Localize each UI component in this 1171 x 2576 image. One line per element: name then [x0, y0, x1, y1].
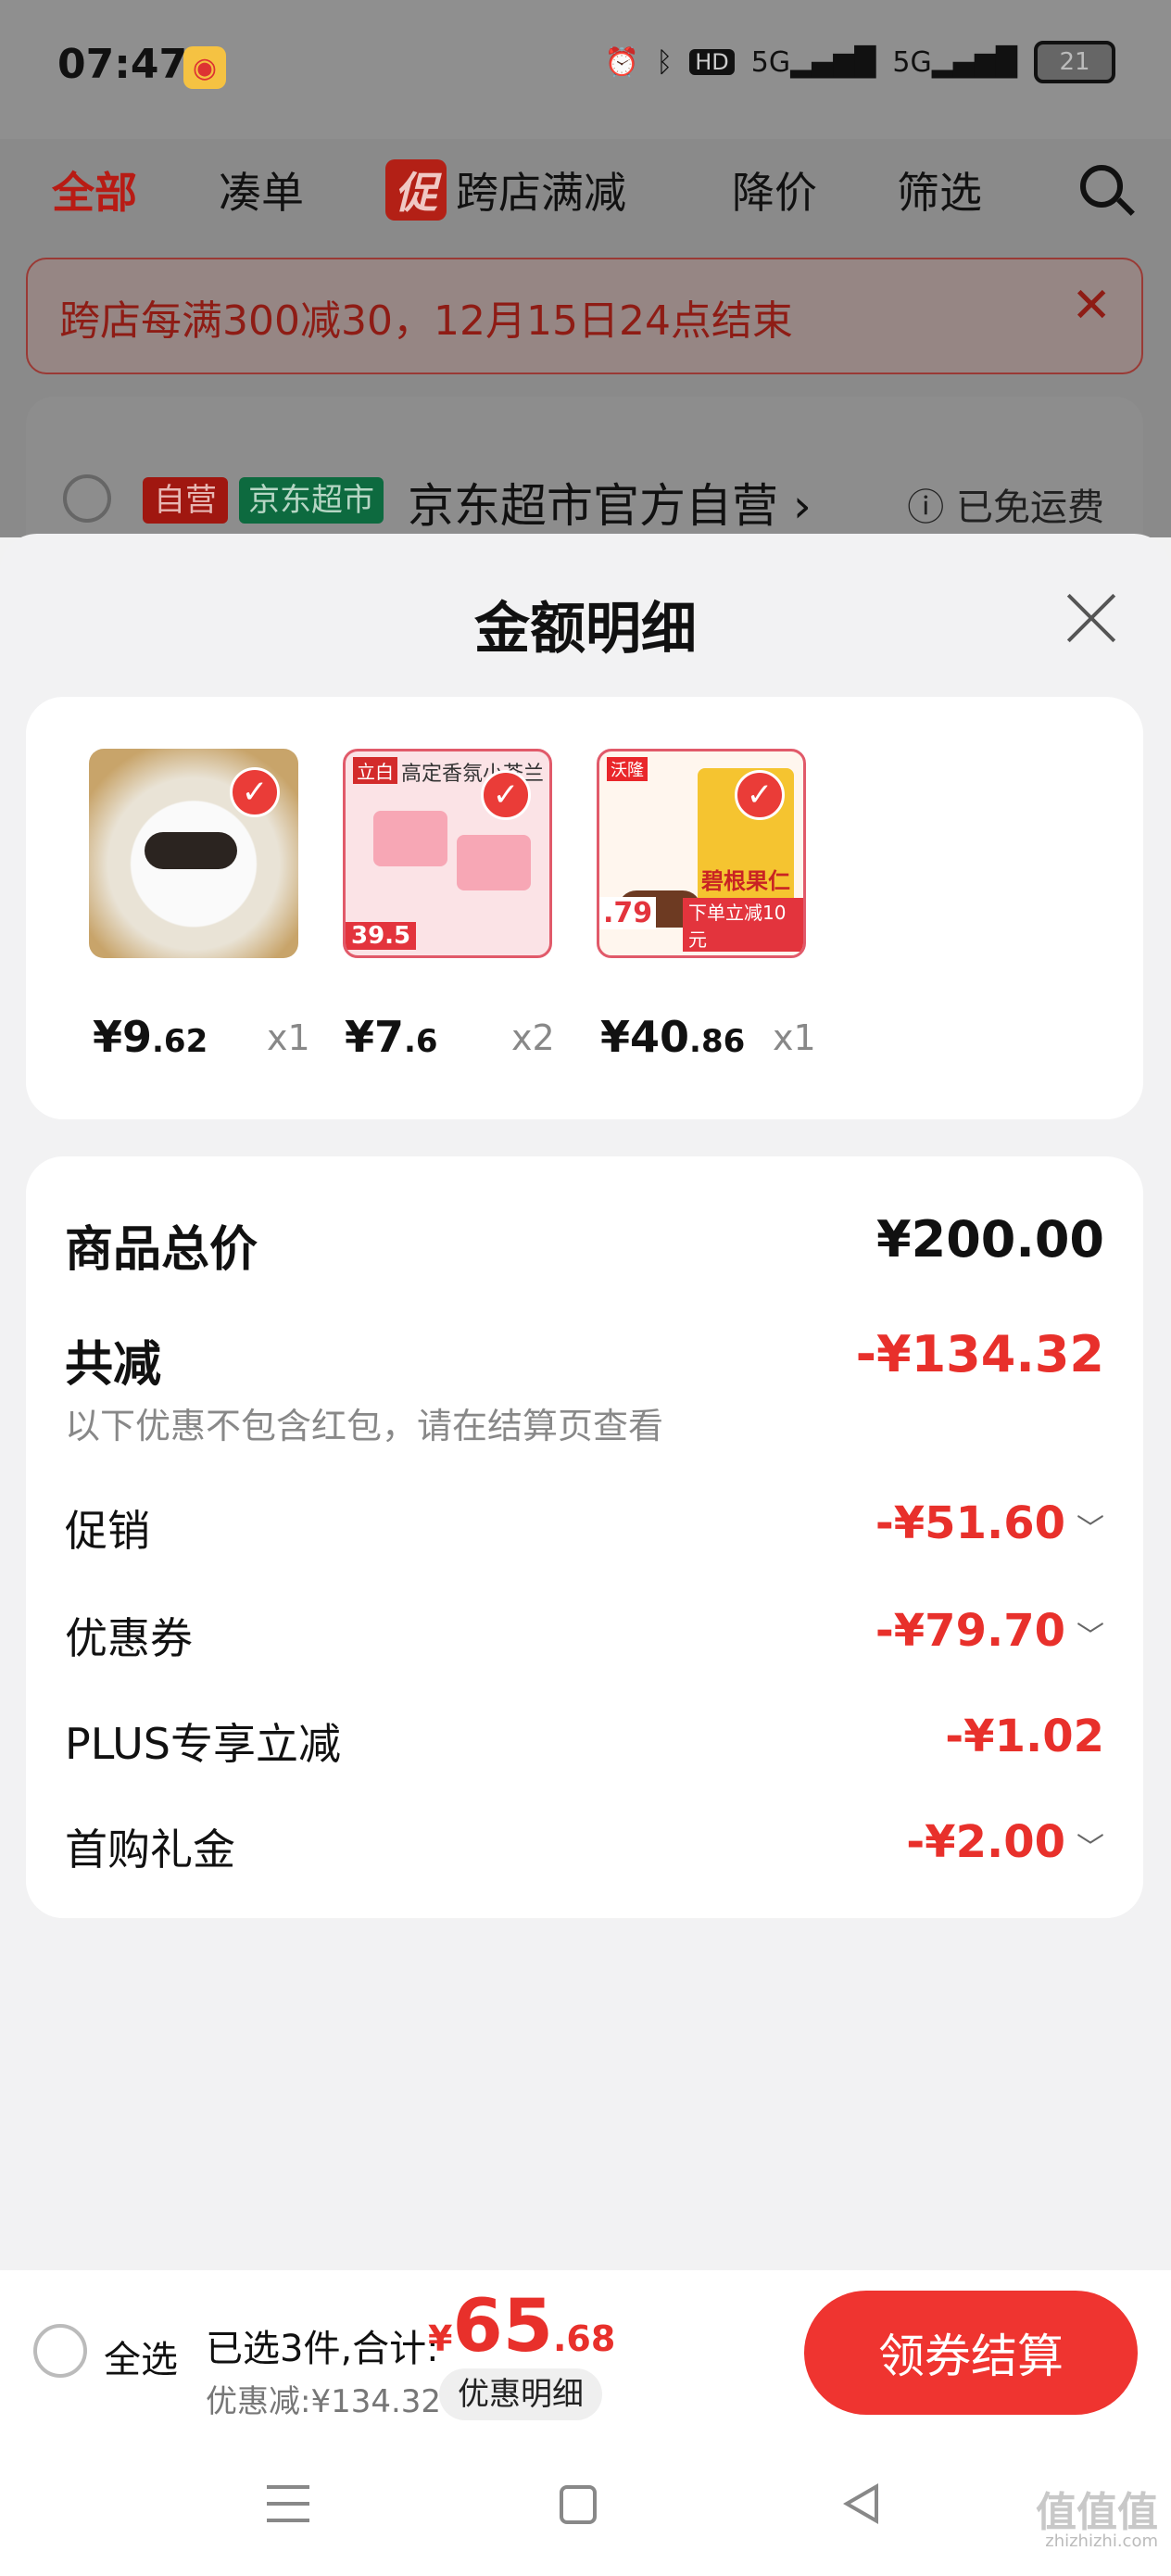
shipping-status: ⓘ 已免运费 [907, 486, 1104, 529]
home-icon[interactable] [560, 2485, 597, 2524]
product-brand: 立白 [353, 757, 397, 784]
select-all-radio[interactable] [33, 2324, 87, 2378]
tab-all[interactable]: 全部 [52, 159, 137, 221]
tab-label: 跨店满减 [456, 168, 626, 218]
self-operated-tag: 自营 [143, 477, 228, 524]
product-box [373, 811, 447, 866]
weibo-icon: ◉ [183, 46, 226, 89]
filter-tabs: 全部 凑单 促跨店满减 降价 筛选 [0, 159, 1171, 234]
product-image-price: 39.5 [346, 922, 417, 950]
product-qty: x2 [511, 1017, 555, 1058]
discount-detail-button[interactable]: 优惠明细 [439, 2368, 602, 2420]
alarm-icon: ⏰ [604, 45, 640, 79]
sheet-title: 金额明细 [474, 597, 697, 662]
jd-supermarket-tag: 京东超市 [239, 477, 384, 524]
discount-summary: 优惠减:¥134.32 [206, 2383, 442, 2420]
mochi-filling [145, 832, 237, 869]
product-image-price: .79 [599, 897, 657, 929]
promotion-label: 促销 [65, 1506, 150, 1556]
checkout-button[interactable]: 领券结算 [804, 2291, 1138, 2415]
plus-discount-label: PLUS专享立减 [65, 1719, 341, 1769]
promo-banner-text: 跨店每满300减30，12月15日24点结束 [59, 297, 793, 345]
product-price: ¥9.62 [93, 1012, 208, 1062]
product-price: ¥7.6 [345, 1012, 438, 1062]
chevron-down-icon: ﹀ [1077, 1513, 1104, 1546]
5g-signal-icon: 5G▂▄▆█ [892, 45, 1017, 79]
tab-bundle[interactable]: 凑单 [219, 159, 304, 221]
plus-discount-value: -¥1.02 [945, 1711, 1104, 1762]
info-icon: ⓘ [907, 486, 945, 529]
coupon-value[interactable]: -¥79.70 ﹀ [875, 1605, 1104, 1657]
total-reduction-label: 共减 [65, 1337, 162, 1393]
close-icon[interactable]: ✕ [1071, 278, 1112, 334]
discount-note: 以下优惠不包含红包，请在结算页查看 [65, 1406, 664, 1446]
total-price-value: ¥200.00 [876, 1210, 1104, 1269]
chevron-down-icon: ﹀ [1077, 1621, 1104, 1653]
promo-badge: 促 [385, 159, 447, 221]
first-purchase-label: 首购礼金 [65, 1825, 235, 1875]
tab-price-drop[interactable]: 降价 [732, 159, 817, 221]
product-image-text: 碧根果仁 [701, 868, 790, 894]
store-name[interactable]: 京东超市官方自营 › [408, 469, 812, 536]
total-reduction-value: -¥134.32 [855, 1325, 1104, 1383]
tab-filter[interactable]: 筛选 [897, 159, 982, 221]
5g-signal-icon: 5G▂▄▆█ [750, 45, 876, 79]
close-icon[interactable] [1064, 589, 1119, 645]
tab-cross-store[interactable]: 促跨店满减 [385, 159, 626, 221]
product-image-promo: 下单立减10元 [683, 898, 803, 952]
chevron-down-icon: ﹀ [1077, 1832, 1104, 1864]
status-icons: ⏰ ᛒ HD 5G▂▄▆█ 5G▂▄▆█ 21 [605, 41, 1115, 83]
check-icon: ✓ [481, 770, 531, 820]
coupon-label: 优惠券 [65, 1613, 193, 1663]
search-icon[interactable] [1080, 165, 1123, 208]
product-price: ¥40.86 [600, 1012, 746, 1062]
back-icon[interactable] [843, 2483, 878, 2524]
selected-summary: 已选3件,合计: [206, 2328, 439, 2370]
store-select-radio[interactable] [63, 474, 111, 523]
product-image[interactable]: ✓ [89, 749, 298, 958]
product-qty: x1 [773, 1017, 816, 1058]
product-qty: x1 [267, 1017, 310, 1058]
watermark: 值值值 zhizhizhi.com [1036, 2489, 1158, 2551]
total-amount: ¥65.68 [428, 2285, 616, 2368]
product-image[interactable]: 立白 高定香氛小苍兰 39.5 ✓ [343, 749, 552, 958]
check-icon: ✓ [735, 770, 785, 820]
product-box [457, 835, 531, 890]
total-price-label: 商品总价 [65, 1222, 258, 1278]
hd-icon: HD [689, 49, 735, 75]
promotion-value[interactable]: -¥51.60 ﹀ [875, 1497, 1104, 1549]
select-all-label[interactable]: 全选 [104, 2330, 178, 2383]
product-brand: 沃隆 [607, 757, 648, 781]
check-icon: ✓ [230, 767, 280, 817]
first-purchase-value[interactable]: -¥2.00 ﹀ [906, 1816, 1104, 1868]
status-time: 07:47 [57, 41, 188, 88]
battery-icon: 21 [1034, 41, 1115, 83]
bluetooth-icon: ᛒ [656, 45, 674, 79]
menu-icon[interactable] [267, 2485, 309, 2522]
product-image[interactable]: 沃隆 碧根果仁 .79 下单立减10元 ✓ [597, 749, 806, 958]
